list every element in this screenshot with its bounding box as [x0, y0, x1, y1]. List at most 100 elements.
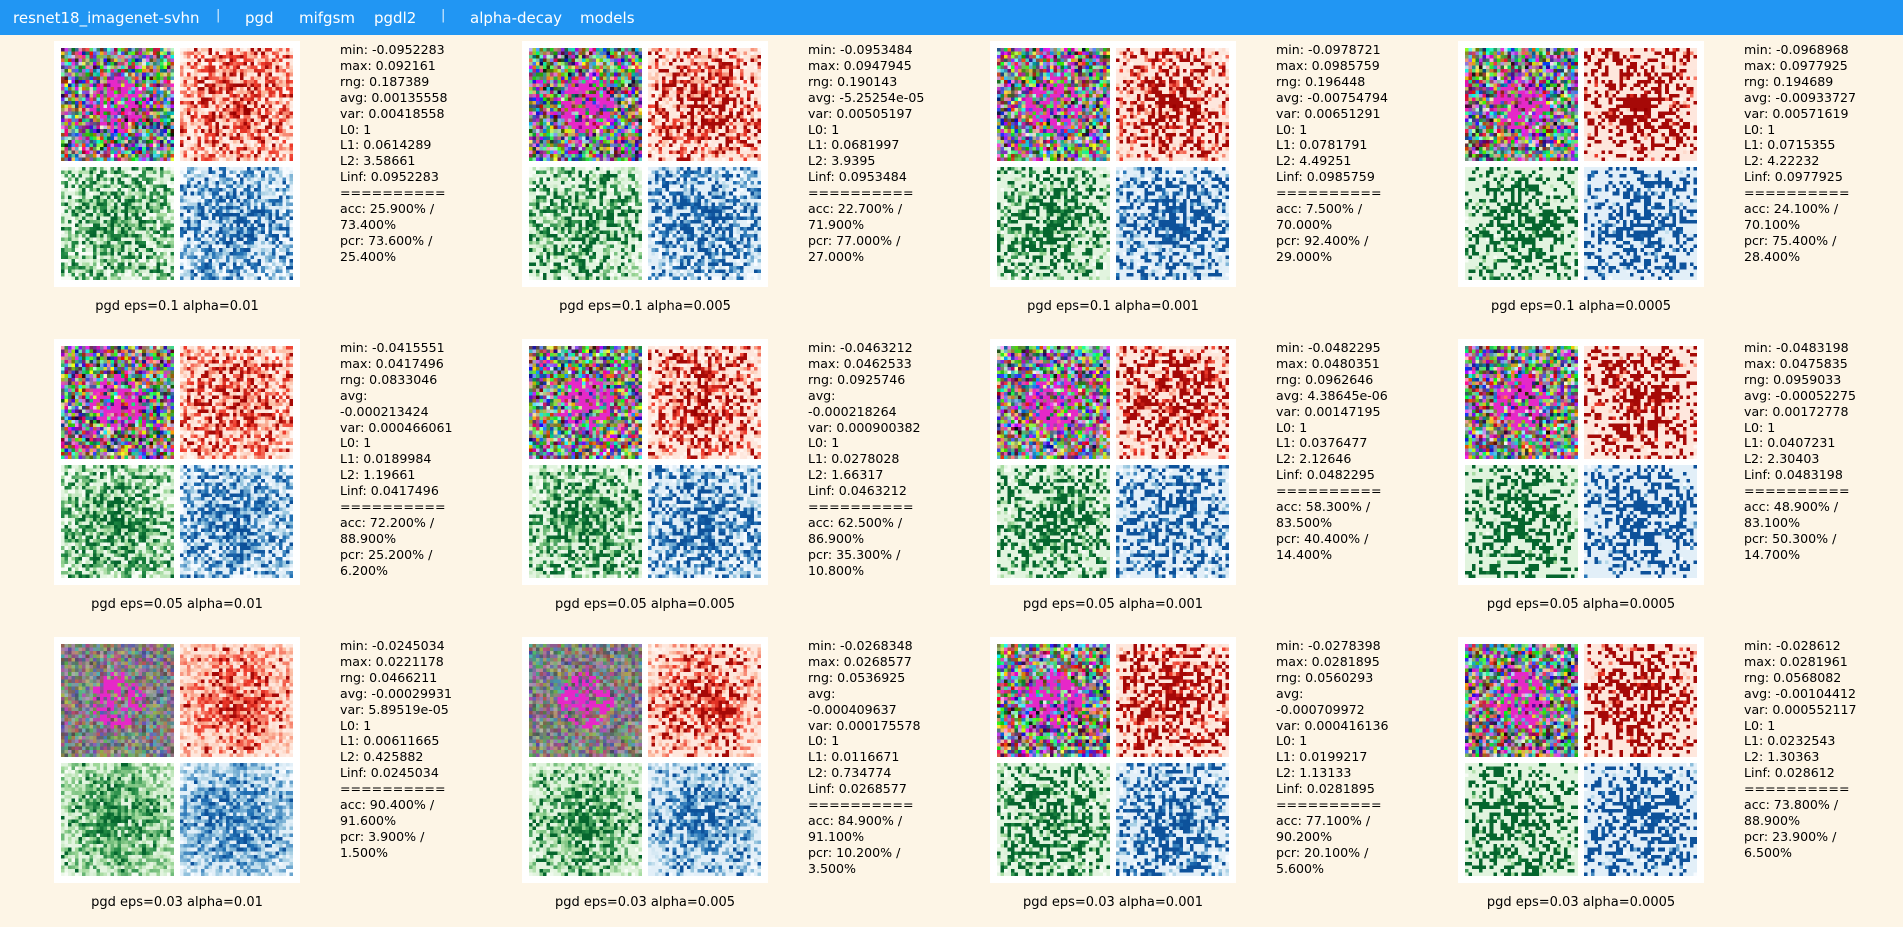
stats-line: ==========: [808, 499, 914, 515]
stats-line: avg: -0.00052275: [1744, 387, 1857, 403]
stats-line: 91.100%: [808, 828, 865, 844]
nav-link-pgdl2[interactable]: pgdl2: [374, 9, 416, 27]
stats-line: rng: 0.0959033: [1744, 371, 1842, 387]
stats-line: max: 0.0281961: [1744, 653, 1848, 669]
stats-line: Linf: 0.0953484: [808, 169, 907, 185]
stats-line: pcr: 92.400% /: [1276, 232, 1369, 248]
stats-line: L0: 1: [808, 121, 840, 137]
perturbation-red-channel: [648, 346, 761, 459]
perturbation-blue-channel: [180, 167, 293, 280]
nav-link-pgd[interactable]: pgd: [245, 9, 274, 27]
stats-line: pcr: 23.900% /: [1744, 828, 1837, 844]
stats-line: L0: 1: [1744, 419, 1776, 435]
stats-line: acc: 22.700% /: [808, 201, 903, 217]
stats-line: Linf: 0.0483198: [1744, 467, 1843, 483]
stats-line: pcr: 77.000% /: [808, 232, 901, 248]
perturbation-green-channel: [61, 763, 174, 876]
stats-line: L1: 0.0189984: [340, 451, 432, 467]
nav-link-alpha-decay[interactable]: alpha-decay: [470, 9, 562, 27]
stats-block: min: -0.0953484 max: 0.0947945 rng: 0.1901…: [808, 42, 998, 265]
stats-line: -0.000218264: [808, 403, 897, 419]
stats-line: 83.500%: [1276, 514, 1333, 530]
perturbation-red-channel: [180, 48, 293, 161]
stats-line: 91.600%: [340, 812, 397, 828]
stats-line: min: -0.0952283: [340, 42, 445, 57]
stats-line: pcr: 20.100% /: [1276, 844, 1369, 860]
stats-line: max: 0.0281895: [1276, 653, 1380, 669]
stats-line: rng: 0.0466211: [340, 669, 438, 685]
stats-line: Linf: 0.0952283: [340, 169, 439, 185]
stats-line: rng: 0.0962646: [1276, 371, 1374, 387]
stats-line: L1: 0.0715355: [1744, 137, 1836, 153]
perturbation-rgb-channel: [61, 346, 174, 459]
stats-line: var: 0.00505197: [808, 105, 913, 121]
stats-line: rng: 0.0568082: [1744, 669, 1842, 685]
perturbation-red-channel: [648, 48, 761, 161]
stats-line: L1: 0.0116671: [808, 749, 900, 765]
perturbation-image: [54, 637, 300, 883]
nav-link-mifgsm[interactable]: mifgsm: [299, 9, 355, 27]
panel-caption: pgd eps=0.1 alpha=0.0005: [1490, 299, 1672, 314]
stats-line: avg: -0.00754794: [1276, 89, 1389, 105]
perturbation-rgb-channel: [1465, 644, 1578, 757]
stats-line: rng: 0.196448: [1276, 73, 1366, 89]
stats-line: pcr: 3.900% /: [340, 828, 425, 844]
stats-line: ==========: [1276, 483, 1382, 499]
stats-line: avg: -5.25254e-05: [808, 89, 925, 105]
panel-caption: pgd eps=0.05 alpha=0.005: [554, 597, 736, 612]
stats-line: 71.900%: [808, 216, 865, 232]
nav-link-models[interactable]: models: [580, 9, 635, 27]
perturbation-rgb-channel: [997, 346, 1110, 459]
stats-line: -0.000213424: [340, 403, 429, 419]
stats-line: min: -0.0245034: [340, 638, 445, 653]
stats-line: L1: 0.00611665: [340, 733, 440, 749]
stats-line: min: -0.0278398: [1276, 638, 1381, 653]
stats-line: 90.200%: [1276, 828, 1333, 844]
stats-line: var: 0.000175578: [808, 717, 921, 733]
perturbation-image: [54, 339, 300, 585]
stats-line: Linf: 0.028612: [1744, 765, 1835, 781]
stats-line: L2: 2.12646: [1276, 451, 1352, 467]
stats-line: var: 0.00418558: [340, 105, 445, 121]
perturbation-red-channel: [648, 644, 761, 757]
perturbation-green-channel: [529, 465, 642, 578]
stats-line: 70.000%: [1276, 216, 1333, 232]
perturbation-image: [1458, 41, 1704, 287]
stats-line: max: 0.0947945: [808, 57, 912, 73]
perturbation-rgb-channel: [1465, 346, 1578, 459]
stats-line: Linf: 0.0463212: [808, 483, 907, 499]
perturbation-blue-channel: [1116, 167, 1229, 280]
stats-line: L0: 1: [340, 717, 372, 733]
stats-line: acc: 84.900% /: [808, 812, 903, 828]
perturbation-green-channel: [997, 167, 1110, 280]
stats-line: Linf: 0.0281895: [1276, 781, 1375, 797]
stats-line: 29.000%: [1276, 248, 1333, 264]
perturbation-green-channel: [997, 465, 1110, 578]
stats-line: L0: 1: [1744, 121, 1776, 137]
nav-link-resnet18-imagenet-svhn[interactable]: resnet18_imagenet-svhn: [13, 9, 200, 27]
stats-line: max: 0.092161: [340, 57, 436, 73]
perturbation-green-channel: [1465, 763, 1578, 876]
stats-line: rng: 0.0833046: [340, 371, 438, 387]
stats-line: 25.400%: [340, 248, 397, 264]
perturbation-red-channel: [1116, 48, 1229, 161]
stats-block: min: -0.0245034 max: 0.0221178 rng: 0.0466…: [340, 638, 530, 861]
stats-line: 14.700%: [1744, 546, 1801, 562]
stats-block: min: -0.0483198 max: 0.0475835 rng: 0.0959…: [1744, 340, 1903, 563]
perturbation-green-channel: [1465, 167, 1578, 280]
stats-line: -0.000709972: [1276, 701, 1365, 717]
stats-line: L0: 1: [340, 121, 372, 137]
perturbation-rgb-channel: [529, 346, 642, 459]
stats-line: min: -0.0953484: [808, 42, 913, 57]
stats-line: Linf: 0.0482295: [1276, 467, 1375, 483]
stats-block: min: -0.0268348 max: 0.0268577 rng: 0.0536…: [808, 638, 998, 877]
panel-caption: pgd eps=0.03 alpha=0.001: [1022, 895, 1204, 910]
nav-separator: |: [441, 8, 446, 23]
stats-line: 88.900%: [1744, 812, 1801, 828]
stats-line: L1: 0.0407231: [1744, 435, 1836, 451]
stats-line: ==========: [808, 797, 914, 813]
perturbation-red-channel: [180, 346, 293, 459]
perturbation-image: [54, 41, 300, 287]
stats-line: avg: -0.00104412: [1744, 685, 1857, 701]
stats-line: 6.200%: [340, 562, 389, 578]
